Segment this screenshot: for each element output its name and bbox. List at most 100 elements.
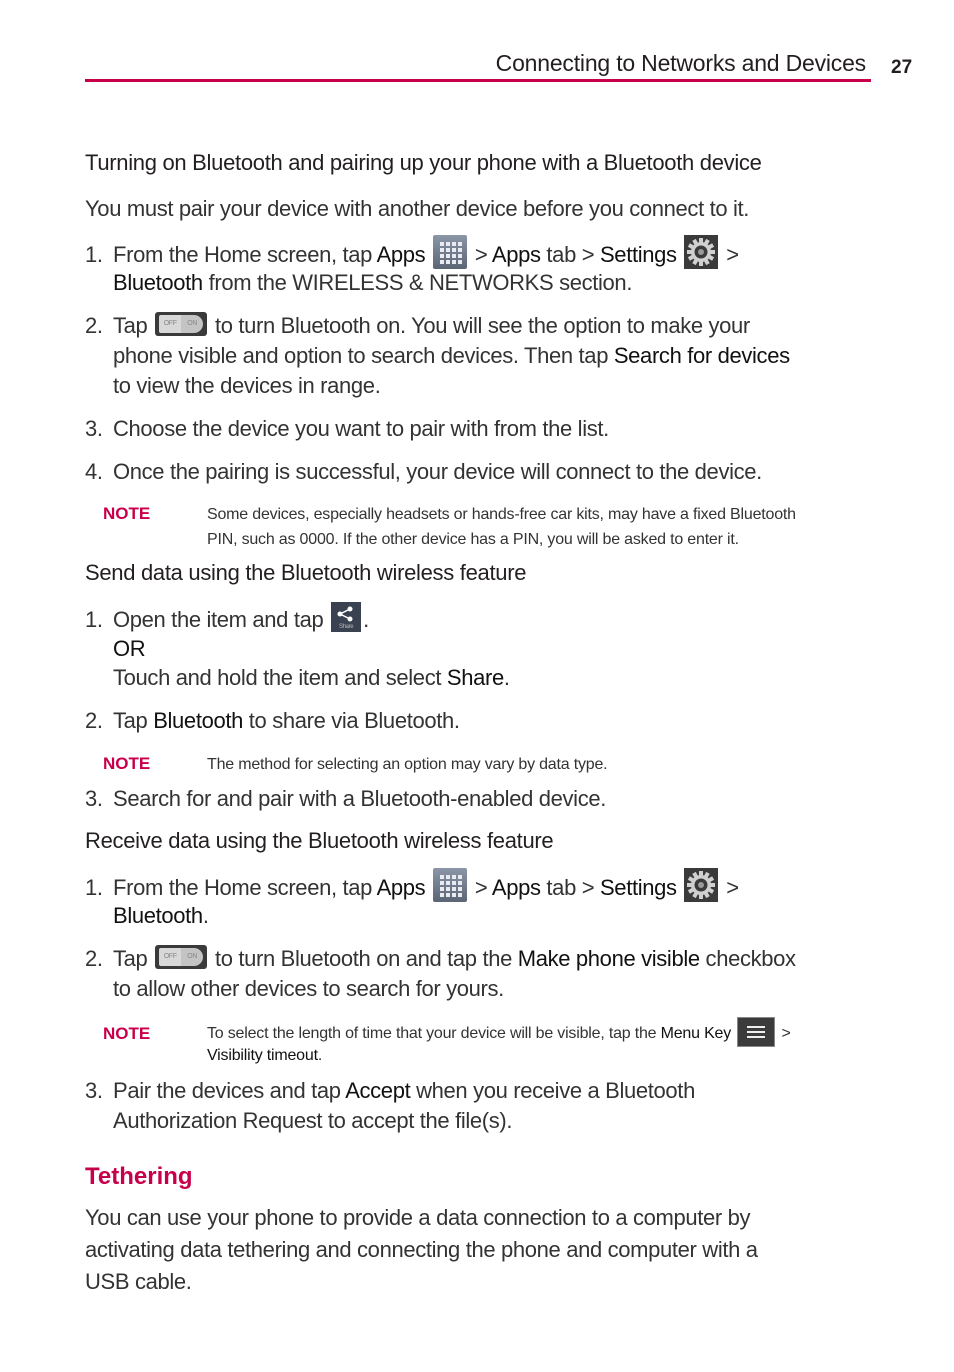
apps-grid-dot bbox=[458, 248, 463, 253]
step-number: 4. bbox=[85, 459, 103, 484]
apps-grid-dot bbox=[446, 260, 451, 265]
step-text: Tap OFF ON to turn Bluetooth on and tap t… bbox=[113, 944, 796, 974]
step-number: 1. bbox=[85, 242, 103, 267]
section-header-title: Connecting to Networks and Devices bbox=[495, 50, 867, 76]
text: . bbox=[202, 903, 209, 928]
text: when you receive a Bluetooth bbox=[410, 1078, 695, 1103]
settings-gear-icon bbox=[684, 235, 719, 270]
apps-label: Apps bbox=[376, 242, 426, 267]
apps-grid-dot bbox=[458, 887, 463, 892]
apps-grid-dot bbox=[440, 887, 445, 892]
text: To select the length of time that your d… bbox=[207, 1025, 661, 1043]
note-text-line2: PIN, such as 0000. If the other device h… bbox=[207, 531, 739, 548]
toggle-off-label: OFF bbox=[159, 948, 182, 967]
apps-grid-dot bbox=[446, 254, 451, 259]
step-number: 3. bbox=[85, 786, 103, 811]
settings-gear-icon bbox=[684, 868, 719, 903]
apps-grid-dot bbox=[440, 242, 445, 247]
section-heading-send: Send data using the Bluetooth wireless f… bbox=[85, 560, 527, 585]
step-text-line2: Authorization Request to accept the file… bbox=[113, 1108, 513, 1133]
step-number: 3. bbox=[85, 1078, 103, 1103]
apps-grid-dot bbox=[440, 881, 445, 886]
apps-grid-icon bbox=[433, 235, 468, 270]
text: tab > bbox=[540, 242, 600, 267]
tethering-line: You can use your phone to provide a data… bbox=[85, 1205, 751, 1230]
settings-label: Settings bbox=[599, 242, 677, 267]
apps-label: Apps bbox=[376, 875, 426, 900]
step-number: 1. bbox=[85, 875, 103, 900]
apps-grid-dot bbox=[458, 242, 463, 247]
toggle-off-label: OFF bbox=[159, 315, 182, 334]
apps-grid-dot bbox=[452, 260, 457, 265]
text: > bbox=[720, 875, 739, 900]
text: Touch and hold the item and select bbox=[113, 665, 447, 690]
page-number: 27 bbox=[891, 57, 913, 78]
gear-glyph bbox=[687, 871, 716, 900]
apps-grid-dot bbox=[446, 242, 451, 247]
note-text-line2: Visibility timeout. bbox=[207, 1043, 322, 1068]
tethering-body: You can use your phone to provide a data… bbox=[85, 1202, 758, 1298]
accept-label: Accept bbox=[345, 1078, 411, 1103]
tethering-heading: Tethering bbox=[85, 1163, 193, 1190]
section-heading-receive: Receive data using the Bluetooth wireles… bbox=[85, 828, 554, 853]
apps-grid-dot bbox=[440, 248, 445, 253]
step-text-line2: phone visible and option to search devic… bbox=[113, 341, 790, 371]
visibility-timeout-label: Visibility timeout bbox=[207, 1047, 318, 1064]
text: Tap bbox=[113, 946, 148, 971]
make-phone-visible-label: Make phone visible bbox=[517, 946, 700, 971]
apps-grid-dot bbox=[452, 242, 457, 247]
step-text-line2: Bluetooth. bbox=[113, 901, 209, 931]
text: > bbox=[469, 242, 492, 267]
section-heading-pairing: Turning on Bluetooth and pairing up your… bbox=[85, 150, 762, 175]
text: checkbox bbox=[699, 946, 797, 971]
apps-grid-dot bbox=[446, 881, 451, 886]
text: From the Home screen, tap bbox=[113, 875, 377, 900]
text: Pair the devices and tap bbox=[113, 1078, 346, 1103]
bluetooth-label: Bluetooth bbox=[113, 903, 203, 928]
apps-grid-dot bbox=[446, 875, 451, 880]
step-text: From the Home screen, tap Apps > Apps ta… bbox=[113, 235, 739, 270]
step-text-line2: to allow other devices to search for you… bbox=[113, 976, 504, 1001]
share-label: Share bbox=[446, 665, 504, 690]
share-icon-label: Share bbox=[338, 624, 354, 631]
text: Tap bbox=[113, 708, 154, 733]
step-number: 2. bbox=[85, 946, 103, 971]
text: From the Home screen, tap bbox=[113, 242, 377, 267]
text: . bbox=[317, 1047, 323, 1064]
step-number: 2. bbox=[85, 708, 103, 733]
apps-grid-dot bbox=[440, 875, 445, 880]
text: > bbox=[469, 875, 492, 900]
step-text: Choose the device you want to pair with … bbox=[113, 416, 609, 441]
text: . bbox=[503, 665, 510, 690]
step-text-line3: Touch and hold the item and select Share… bbox=[113, 663, 510, 693]
bluetooth-toggle-icon: OFF ON bbox=[155, 945, 208, 970]
text: . bbox=[363, 607, 369, 632]
apps-grid-dot bbox=[440, 260, 445, 265]
or-separator: OR bbox=[113, 636, 146, 661]
toggle-on-label: ON bbox=[181, 948, 204, 967]
apps-grid-dot bbox=[458, 875, 463, 880]
text: > bbox=[777, 1025, 791, 1043]
step-text: Once the pairing is successful, your dev… bbox=[113, 459, 762, 484]
step-text: Open the item and tap Share . bbox=[113, 602, 369, 635]
bluetooth-toggle-icon: OFF ON bbox=[155, 312, 208, 337]
note-text: The method for selecting an option may v… bbox=[207, 756, 608, 773]
search-for-devices-label: Search for devices bbox=[613, 343, 790, 368]
apps-tab-label: Apps bbox=[491, 242, 541, 267]
text: tab > bbox=[540, 875, 600, 900]
note-label: NOTE bbox=[103, 1024, 151, 1043]
header-divider bbox=[85, 79, 871, 82]
text: from the WIRELESS & NETWORKS section. bbox=[202, 270, 633, 295]
note-text-line1: Some devices, especially headsets or han… bbox=[207, 506, 796, 523]
text: to share via Bluetooth. bbox=[243, 708, 460, 733]
apps-grid-dot bbox=[458, 881, 463, 886]
menu-key-label: Menu Key bbox=[660, 1025, 732, 1043]
text: to turn Bluetooth on. You will see the o… bbox=[209, 313, 750, 338]
note-label: NOTE bbox=[103, 504, 151, 523]
step-text: Tap Bluetooth to share via Bluetooth. bbox=[113, 706, 460, 736]
apps-grid-dot bbox=[458, 893, 463, 898]
step-number: 3. bbox=[85, 416, 103, 441]
apps-grid-icon bbox=[433, 868, 468, 903]
settings-label: Settings bbox=[599, 875, 677, 900]
text: phone visible and option to search devic… bbox=[113, 343, 614, 368]
